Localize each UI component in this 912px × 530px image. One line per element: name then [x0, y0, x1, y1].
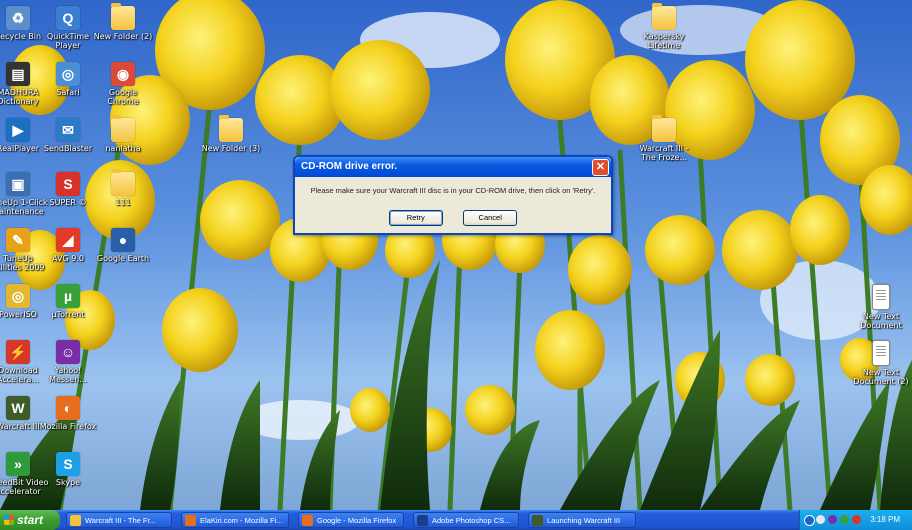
volume-icon[interactable] [816, 515, 825, 524]
desktop-icon-label: Skype [55, 478, 81, 487]
warcraft-iii-icon [532, 515, 543, 526]
text-document-icon[interactable]: New Text Document [849, 284, 912, 330]
skype-icon-image: S [56, 452, 80, 476]
dialog-message: Please make sure your Warcraft III disc … [310, 186, 596, 195]
task-label: ElaKiri.com - Mozilla Fi... [200, 516, 283, 525]
firefox-icon[interactable]: ◐ Mozilla Firefox [36, 396, 100, 431]
desktop-icon-label: New Text Document (2) [853, 368, 909, 386]
desktop-icon-label: New Folder (2) [93, 32, 153, 41]
yahoo-messenger-icon-image: ☺ [56, 340, 80, 364]
folder-icon-image [111, 169, 135, 196]
text-document-icon[interactable]: New Text Document (2) [849, 340, 912, 386]
task-elakiri-firefox[interactable]: ElaKiri.com - Mozilla Fi... [181, 512, 289, 528]
google-earth-icon-image: ● [111, 228, 135, 252]
folder-icon-image [652, 3, 676, 30]
desktop-icon-label: Google Chrome [107, 88, 139, 106]
task-photoshop[interactable]: Adobe Photoshop CS... [413, 512, 519, 528]
clock[interactable]: 3:18 PM [870, 510, 900, 530]
messenger-tray-icon[interactable] [828, 515, 837, 524]
text-document-icon-image [872, 340, 890, 366]
desktop-icon-label: Kaspersky Lifetime [643, 32, 685, 50]
folder-icon[interactable]: nanlatha [91, 115, 155, 153]
desktop-icon-label: Yahoo! Messen... [49, 366, 87, 384]
yahoo-messenger-icon[interactable]: ☺ Yahoo! Messen... [36, 340, 100, 384]
network-icon[interactable] [804, 515, 815, 526]
task-label: Google - Mozilla Firefox [317, 516, 397, 525]
desktop-icon-label: µTorrent [51, 310, 85, 319]
start-label: start [17, 513, 44, 527]
utorrent-icon-image: µ [56, 284, 80, 308]
speedbit-icon-image: » [6, 452, 30, 476]
tuneup-utilities-icon-image: ✎ [6, 228, 30, 252]
skype-icon[interactable]: S Skype [36, 452, 100, 487]
folder-icon-image [652, 115, 676, 142]
task-label: Launching Warcraft III [547, 516, 621, 525]
desktop-icon-label: nanlatha [105, 144, 141, 153]
safari-icon-image: ◎ [56, 62, 80, 86]
retry-button[interactable]: Retry [388, 210, 443, 226]
task-warcraft-folder[interactable]: Warcraft III - The Fr... [66, 512, 172, 528]
desktop-icon-label: 111 [115, 198, 131, 207]
desktop-icon-label: New Folder (3) [201, 144, 261, 153]
desktop-icon-label: New Text Document [860, 312, 902, 330]
folder-icon-image [111, 3, 135, 30]
dialog-title: CD-ROM drive error. [301, 161, 398, 172]
start-button[interactable]: start [0, 510, 60, 530]
dialog-buttons: Retry Cancel [295, 207, 611, 226]
folder-icon[interactable]: Warcraft III - The Froze... [632, 115, 696, 162]
dialog-title-bar[interactable]: CD-ROM drive error. [295, 157, 611, 177]
folder-icon[interactable]: New Folder (3) [199, 115, 263, 153]
sendblaster-icon-image: ✉ [56, 118, 80, 142]
task-label: Warcraft III - The Fr... [85, 516, 156, 525]
firefox-icon-image: ◐ [56, 396, 80, 420]
folder-icon[interactable]: New Folder (2) [91, 3, 155, 41]
warcraft-iii-icon-image: W [6, 396, 30, 420]
chrome-icon-image: ◉ [111, 62, 135, 86]
folder-icon [70, 515, 81, 526]
folder-icon-image [111, 115, 135, 142]
download-accelerator-icon-image: ⚡ [6, 340, 30, 364]
super-icon-image: S [56, 172, 80, 196]
recycle-bin-icon-image: ♻ [6, 6, 30, 30]
taskbar: start Warcraft III - The Fr... ElaKiri.c… [0, 510, 912, 530]
dictionary-icon-image: ▤ [6, 62, 30, 86]
antivirus-tray-icon[interactable] [852, 515, 861, 524]
task-google-firefox[interactable]: Google - Mozilla Firefox [298, 512, 404, 528]
text-document-icon-image [872, 284, 890, 310]
utorrent-tray-icon[interactable] [840, 515, 849, 524]
google-earth-icon[interactable]: ● Google Earth [91, 228, 155, 263]
folder-icon[interactable]: 111 [91, 169, 155, 207]
folder-icon-image [219, 115, 243, 142]
system-tray: 3:18 PM [799, 510, 912, 530]
task-label: Adobe Photoshop CS... [432, 516, 511, 525]
desktop[interactable]: ♻Recycle Bin QQuickTime Player New Folde… [0, 0, 912, 510]
windows-logo-icon [4, 515, 14, 525]
photoshop-icon [417, 515, 428, 526]
desktop-icon-label: Warcraft III - The Froze... [639, 144, 689, 162]
folder-icon[interactable]: Kaspersky Lifetime [632, 3, 696, 50]
task-launching-warcraft[interactable]: Launching Warcraft III [528, 512, 636, 528]
utorrent-icon[interactable]: µ µTorrent [36, 284, 100, 319]
close-icon[interactable]: ✕ [592, 159, 609, 176]
quicktime-icon-image: Q [56, 6, 80, 30]
desktop-icon-label: Mozilla Firefox [39, 422, 97, 431]
poweriso-icon-image: ◎ [6, 284, 30, 308]
tuneup-icon-image: ▣ [6, 172, 30, 196]
firefox-icon [185, 515, 196, 526]
firefox-icon [302, 515, 313, 526]
cancel-button[interactable]: Cancel [463, 210, 518, 226]
chrome-icon[interactable]: ◉ Google Chrome [91, 62, 155, 106]
realplayer-icon-image: ▶ [6, 118, 30, 142]
cdrom-error-dialog[interactable]: CD-ROM drive error. ✕ Please make sure y… [293, 155, 613, 235]
avg-icon-image: ◢ [56, 228, 80, 252]
desktop-icon-label: Google Earth [96, 254, 150, 263]
